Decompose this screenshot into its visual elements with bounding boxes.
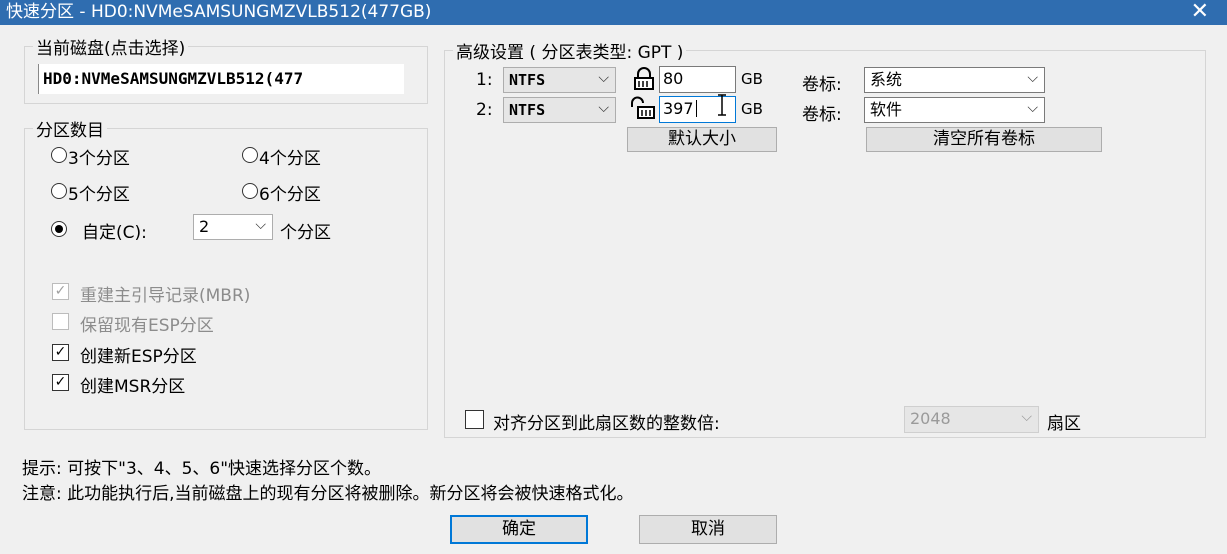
lock-icon[interactable] <box>633 67 655 91</box>
chevron-down-icon: ⌵ <box>598 70 609 86</box>
clear-labels-button[interactable]: 清空所有卷标 <box>866 127 1102 152</box>
check-icon: ✓ <box>54 283 67 299</box>
radio-6-partitions-label[interactable]: 6个分区 <box>259 180 321 205</box>
radio-5-partitions[interactable] <box>51 183 67 199</box>
advanced-settings-legend: 高级设置 ( 分区表类型: GPT ) <box>456 43 684 63</box>
keep-esp-label[interactable]: 保留现有ESP分区 <box>80 311 214 336</box>
partition-row-1-label-select[interactable]: 系统 ⌵ <box>864 67 1045 93</box>
create-msr-checkbox[interactable]: ✓ <box>52 374 69 391</box>
current-disk-selector[interactable]: HD0:NVMeSAMSUNGMZVLB512(477 <box>38 64 404 94</box>
align-partitions-checkbox[interactable] <box>465 410 484 429</box>
custom-count-suffix: 个分区 <box>280 223 331 243</box>
check-icon: ✓ <box>54 344 67 360</box>
partition-row-2-fs-select[interactable]: NTFS ⌵ <box>503 97 616 123</box>
create-msr-label[interactable]: 创建MSR分区 <box>80 372 185 397</box>
rebuild-mbr-checkbox[interactable]: ✓ <box>52 283 69 300</box>
radio-5-partitions-label[interactable]: 5个分区 <box>68 180 130 205</box>
partition-row-1-size-input[interactable]: 80 <box>659 66 736 93</box>
align-sectors-select[interactable]: 2048 ⌵ <box>904 406 1039 433</box>
cancel-button[interactable]: 取消 <box>639 515 777 544</box>
partition-count-legend: 分区数目 <box>36 121 104 141</box>
partition-row-1-unit: GB <box>741 70 763 88</box>
radio-6-partitions[interactable] <box>242 183 258 199</box>
partition-row-1-size: 80 <box>663 69 684 88</box>
partition-row-2-label-value: 软件 <box>870 100 903 119</box>
hint-text: 提示: 可按下"3、4、5、6"快速选择分区个数。 <box>22 459 382 479</box>
align-partitions-label[interactable]: 对齐分区到此扇区数的整数倍: <box>493 409 720 434</box>
partition-row-1-fs: NTFS <box>509 71 546 89</box>
align-sectors-value: 2048 <box>910 409 951 428</box>
partition-row-1-label-caption: 卷标: <box>802 75 842 95</box>
chevron-down-icon: ⌵ <box>1027 70 1038 86</box>
unlock-icon[interactable] <box>630 96 656 121</box>
default-size-button[interactable]: 默认大小 <box>627 127 777 152</box>
ibeam-cursor-icon <box>718 94 726 116</box>
rebuild-mbr-label[interactable]: 重建主引导记录(MBR) <box>80 281 250 306</box>
check-icon: ✓ <box>54 374 67 390</box>
align-sectors-suffix: 扇区 <box>1047 414 1081 434</box>
chevron-down-icon: ⌵ <box>598 100 609 116</box>
radio-custom-label[interactable]: 自定(C): <box>82 218 147 243</box>
radio-custom[interactable] <box>51 221 67 237</box>
custom-count-value: 2 <box>199 217 210 236</box>
text-cursor <box>695 100 697 117</box>
title-bar: 快速分区 - HD0:NVMeSAMSUNGMZVLB512(477GB) ✕ <box>0 0 1227 25</box>
partition-row-1-label-value: 系统 <box>870 70 903 89</box>
radio-3-partitions[interactable] <box>51 147 67 163</box>
current-disk-legend: 当前磁盘(点击选择) <box>36 39 186 59</box>
ok-button[interactable]: 确定 <box>450 515 588 544</box>
close-icon[interactable]: ✕ <box>1191 0 1209 24</box>
chevron-down-icon: ⌵ <box>1021 409 1032 425</box>
radio-4-partitions[interactable] <box>242 147 258 163</box>
keep-esp-checkbox[interactable] <box>52 313 69 330</box>
partition-row-1-index: 1: <box>476 70 493 90</box>
window-title: 快速分区 - HD0:NVMeSAMSUNGMZVLB512(477GB) <box>6 2 432 22</box>
partition-row-2-label-caption: 卷标: <box>802 105 842 125</box>
partition-row-2-fs: NTFS <box>509 101 546 119</box>
partition-row-2-index: 2: <box>476 100 493 120</box>
create-esp-label[interactable]: 创建新ESP分区 <box>80 342 197 367</box>
warning-text: 注意: 此功能执行后,当前磁盘上的现有分区将被删除。新分区将会被快速格式化。 <box>22 484 634 504</box>
partition-row-1-fs-select[interactable]: NTFS ⌵ <box>503 67 616 93</box>
partition-row-2-size: 397 <box>663 99 694 118</box>
partition-row-2-label-select[interactable]: 软件 ⌵ <box>864 97 1045 123</box>
custom-count-select[interactable]: 2 ⌵ <box>193 214 273 240</box>
partition-row-2-unit: GB <box>741 100 763 118</box>
chevron-down-icon: ⌵ <box>255 217 266 233</box>
current-disk-value: HD0:NVMeSAMSUNGMZVLB512(477 <box>43 69 304 88</box>
radio-4-partitions-label[interactable]: 4个分区 <box>259 144 321 169</box>
radio-3-partitions-label[interactable]: 3个分区 <box>68 144 130 169</box>
chevron-down-icon: ⌵ <box>1027 100 1038 116</box>
create-esp-checkbox[interactable]: ✓ <box>52 344 69 361</box>
